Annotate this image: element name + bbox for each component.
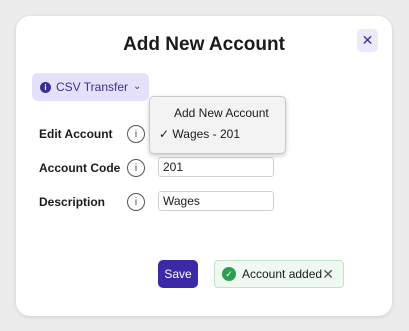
close-icon: ✕ xyxy=(361,32,374,48)
info-icon: i xyxy=(40,81,51,93)
modal-title: Add New Account xyxy=(123,34,285,55)
checkmark-icon: ✓ xyxy=(159,127,170,141)
description-row: Description i xyxy=(39,193,145,211)
close-icon[interactable]: ✕ xyxy=(322,266,334,283)
check-circle-icon: ✓ xyxy=(222,267,236,281)
account-code-row: Account Code i xyxy=(39,159,145,177)
toast-message: Account added xyxy=(242,267,323,281)
account-code-label: Account Code xyxy=(39,161,121,175)
info-icon[interactable]: i xyxy=(127,125,145,143)
dropdown-item-add-new[interactable]: Add New Account xyxy=(174,106,269,120)
chevron-down-icon: ⌄ xyxy=(133,80,142,92)
edit-account-row: Edit Account i xyxy=(39,125,145,143)
close-button[interactable]: ✕ xyxy=(357,29,378,52)
description-label: Description xyxy=(39,195,106,209)
add-account-modal: Add New Account ✕ i CSV Transfer ⌄ Edit … xyxy=(16,16,392,316)
info-icon[interactable]: i xyxy=(127,193,145,211)
csv-transfer-label: CSV Transfer xyxy=(56,80,129,94)
description-field[interactable]: Wages xyxy=(158,191,274,211)
save-button[interactable]: Save xyxy=(158,260,198,288)
dropdown-item-label: Add New Account xyxy=(174,106,269,120)
account-dropdown: Add New Account ✓ Wages - 201 xyxy=(149,96,286,154)
dropdown-item-wages[interactable]: ✓ Wages - 201 xyxy=(159,127,240,141)
edit-account-label: Edit Account xyxy=(39,127,113,141)
dropdown-item-label: Wages - 201 xyxy=(172,127,240,141)
account-code-field[interactable]: 201 xyxy=(158,157,274,177)
csv-transfer-button[interactable]: i CSV Transfer ⌄ xyxy=(32,73,150,101)
info-icon[interactable]: i xyxy=(127,159,145,177)
success-toast: ✓ Account added ✕ xyxy=(214,260,344,288)
